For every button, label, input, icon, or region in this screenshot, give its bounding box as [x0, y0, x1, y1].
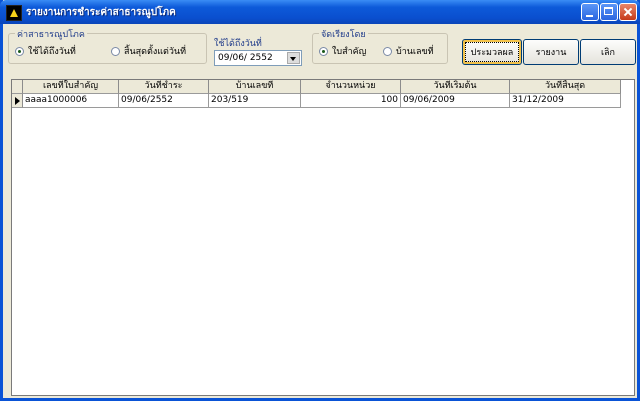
- table-cell[interactable]: 09/06/2009: [401, 94, 510, 108]
- process-button[interactable]: ประมวลผล: [462, 39, 522, 65]
- radio-valid-until[interactable]: ใช้ได้ถึงวันที่: [15, 44, 76, 58]
- column-header[interactable]: เลขที่ใบสำคัญ: [23, 80, 119, 94]
- radio-indicator[interactable]: [111, 46, 120, 56]
- radio-indicator[interactable]: [319, 46, 328, 56]
- date-value[interactable]: 09/06/ 2552: [218, 53, 273, 63]
- sort-group: จัดเรียงโดย ใบสำคัญ บ้านเลขที่: [312, 27, 448, 64]
- report-button[interactable]: รายงาน: [523, 39, 579, 65]
- filter-group-legend: ค่าสาธารณูปโภค: [15, 27, 87, 41]
- results-grid[interactable]: เลขที่ใบสำคัญ วันที่ชำระ บ้านเลขที่ จำนว…: [11, 79, 635, 396]
- table-header: เลขที่ใบสำคัญ วันที่ชำระ บ้านเลขที่ จำนว…: [12, 80, 621, 94]
- radio-sort-voucher-label: ใบสำคัญ: [332, 47, 367, 57]
- table-row[interactable]: aaaa1000006 09/06/2552 203/519 100 09/06…: [12, 94, 621, 108]
- radio-ending-from-label: สิ้นสุดตั้งแต่วันที่: [124, 47, 187, 57]
- column-header[interactable]: วันที่ชำระ: [119, 80, 209, 94]
- row-selector[interactable]: [12, 94, 23, 108]
- radio-sort-house-label: บ้านเลขที่: [396, 47, 434, 57]
- radio-indicator[interactable]: [383, 46, 392, 56]
- radio-valid-until-label: ใช้ได้ถึงวันที่: [28, 47, 76, 57]
- column-header[interactable]: จำนวนหน่วย: [301, 80, 401, 94]
- close-button[interactable]: [619, 3, 637, 21]
- minimize-button[interactable]: [581, 3, 599, 21]
- dropdown-arrow-icon[interactable]: [287, 52, 300, 64]
- column-header[interactable]: บ้านเลขที่: [209, 80, 301, 94]
- header-selector: [12, 80, 23, 94]
- filter-group: ค่าสาธารณูปโภค ใช้ได้ถึงวันที่ สิ้นสุดตั…: [8, 27, 207, 64]
- app-icon: [6, 5, 22, 21]
- maximize-button[interactable]: [600, 3, 618, 21]
- radio-indicator[interactable]: [15, 46, 24, 56]
- radio-sort-house[interactable]: บ้านเลขที่: [383, 44, 434, 58]
- table-cell[interactable]: 100: [301, 94, 401, 108]
- window-title: รายงานการชำระค่าสาธารณูปโภค: [26, 7, 176, 18]
- radio-sort-voucher[interactable]: ใบสำคัญ: [319, 44, 366, 58]
- current-row-pointer-icon: [15, 97, 20, 105]
- radio-ending-from[interactable]: สิ้นสุดตั้งแต่วันที่: [111, 44, 186, 58]
- cancel-button[interactable]: เลิก: [580, 39, 636, 65]
- table-cell[interactable]: 09/06/2552: [119, 94, 209, 108]
- main-window: รายงานการชำระค่าสาธารณูปโภค ค่าสาธารณูปโ…: [0, 0, 640, 401]
- table-cell[interactable]: 31/12/2009: [510, 94, 621, 108]
- table-cell[interactable]: 203/519: [209, 94, 301, 108]
- date-picker[interactable]: 09/06/ 2552: [214, 50, 302, 66]
- sort-group-legend: จัดเรียงโดย: [319, 27, 368, 41]
- date-label: ใช้ได้ถึงวันที่: [214, 39, 262, 49]
- table-cell[interactable]: aaaa1000006: [23, 94, 119, 108]
- title-bar[interactable]: รายงานการชำระค่าสาธารณูปโภค: [0, 0, 640, 24]
- column-header[interactable]: วันที่เริ่มต้น: [401, 80, 510, 94]
- column-header[interactable]: วันที่สิ้นสุด: [510, 80, 621, 94]
